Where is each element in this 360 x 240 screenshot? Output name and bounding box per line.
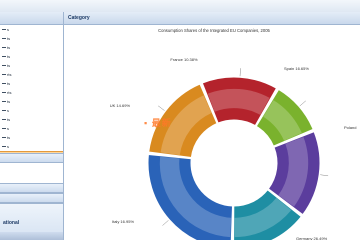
tree-connector-icon [2,119,6,120]
slice-leader-line [239,68,241,77]
tree-item[interactable]: ts [0,97,63,106]
slice-label: France 10.38% [170,57,198,62]
tree-section-bar[interactable] [0,193,63,203]
slice-label: Poland [344,125,356,130]
slice-label: Spain 16.65% [284,66,309,71]
tree-item-label: ts [7,99,11,104]
tree-item-label: ts [7,54,11,59]
left-bottom-panel: ational [0,203,63,240]
tree-item[interactable]: s [0,106,63,115]
tree-item[interactable]: ts [0,43,63,52]
tree-item[interactable]: rts [0,70,63,79]
tree-item-label: rts [7,72,12,77]
tree-section-bar[interactable] [0,183,63,193]
tree-item[interactable]: ts [0,61,63,70]
app-window: s ts ts ts ts rts ts rts ts s ts s ts s ational Categ… [0,0,360,240]
slice-label: Germany 26.49% [296,236,328,240]
tree-item-label: ts [7,135,11,140]
left-bottom-bar [0,232,63,240]
tree-connector-icon [2,38,6,39]
tree-item-label: ts [7,117,11,122]
slice-leader-line [320,174,329,177]
tree-connector-icon [2,47,6,48]
tree-connector-icon [2,56,6,57]
tree-item-label: ts [7,36,11,41]
tree-item-label: s [7,108,9,113]
tree-item-label: s [7,126,9,131]
donut-chart: Consumption Shares of the Integrated EU … [110,28,356,240]
chart-panel: Category Consumption Shares of the Integ… [64,12,360,240]
tree-item-label: ts [7,81,11,86]
tree-connector-icon [2,128,6,129]
tree-header [0,12,63,25]
tree-connector-icon [2,110,6,111]
panel-title: Category [68,15,90,21]
slice-label: Italy 16.95% [112,219,134,224]
tree-item[interactable]: rts [0,88,63,97]
slice-leader-line [299,100,306,107]
category-tree: s ts ts ts ts rts ts rts ts s ts s ts s [0,25,63,162]
chart-title: Consumption Shares of the Integrated EU … [158,28,270,33]
tree-item-label: ts [7,45,11,50]
tree-item[interactable]: s [0,25,63,34]
tree-item[interactable]: ts [0,115,63,124]
tree-connector-icon [2,137,6,138]
donut-slice-highlight [207,88,270,116]
tree-item[interactable]: s [0,142,63,151]
slice-leader-line [157,105,165,111]
tree-item[interactable]: ts [0,133,63,142]
tree-section-bar[interactable] [0,153,63,163]
tree-connector-icon [2,83,6,84]
tree-connector-icon [2,74,6,75]
slice-leader-line [162,220,169,226]
slice-label: UK 14.69% [110,103,131,108]
tree-item[interactable]: ts [0,79,63,88]
tree-item[interactable]: ts [0,52,63,61]
tree-item[interactable]: ts [0,34,63,43]
tree-connector-icon [2,146,6,147]
tree-item-label: s [7,144,9,149]
tree-item-label: rts [7,90,12,95]
tree-item-label: ts [7,63,11,68]
left-bottom-title: ational [3,220,20,226]
tree-connector-icon [2,92,6,93]
watermark: ▪ 最新 [144,118,172,128]
tree-connector-icon [2,65,6,66]
category-tree-panel: s ts ts ts ts rts ts rts ts s ts s ts s ational [0,12,64,240]
tree-item-label: s [7,27,9,32]
tree-item[interactable]: s [0,124,63,133]
tree-connector-icon [2,29,6,30]
tree-connector-icon [2,101,6,102]
chart-panel-header: Category [64,12,360,25]
donut-hole [191,120,277,206]
